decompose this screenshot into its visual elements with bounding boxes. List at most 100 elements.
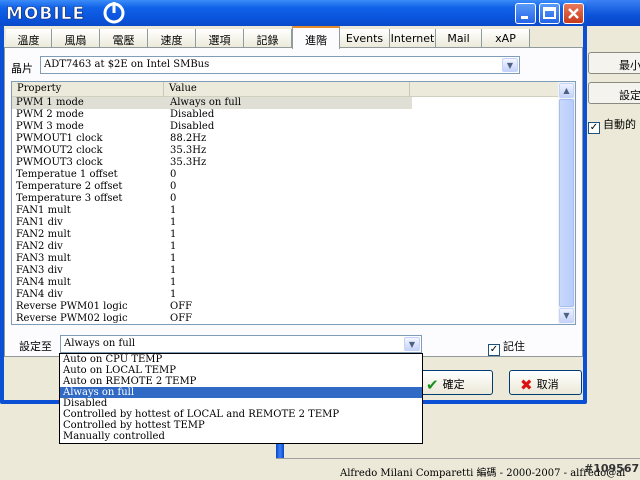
table-row[interactable]: Reverse PWM02 logic OFF [12,313,560,324]
tab-label: 溫度 [17,34,40,47]
tab-advanced[interactable]: 進階 [292,26,340,49]
tab-label: 進階 [305,34,327,47]
set-to-dropdown-list[interactable]: Auto on CPU TEMP Auto on LOCAL TEMP Auto o… [59,353,423,444]
close-button[interactable] [563,3,584,24]
minimize-to-tray-label: 最小 [619,59,640,72]
minimize-icon [521,16,528,19]
dropdown-option[interactable]: Always on full [60,387,422,398]
dropdown-option[interactable]: Manually controlled [60,431,422,442]
table-row[interactable]: Reverse PWM01 logic OFF [12,301,560,313]
tab-mail[interactable]: Mail [436,29,482,48]
maximize-button[interactable] [539,3,560,24]
dropdown-option[interactable]: Controlled by hottest TEMP [60,420,422,431]
tab-fan[interactable]: 風扇 [52,29,100,48]
minimize-to-tray-button[interactable]: 最小 [588,52,640,74]
property-cell: PWMOUT3 clock [16,157,103,168]
property-cell: FAN4 mult [16,277,71,288]
value-cell: 88.2Hz [170,133,207,144]
dropdown-option[interactable]: Controlled by hottest of LOCAL and REMOT… [60,409,422,420]
scroll-up-button[interactable]: ▲ [559,83,574,98]
value-cell: 1 [170,253,177,264]
table-row[interactable]: PWM 3 mode Disabled [12,121,560,133]
table-row[interactable]: FAN1 div 1 [12,217,560,229]
table-row[interactable]: FAN3 mult 1 [12,253,560,265]
value-cell: Disabled [170,121,215,132]
dropdown-option[interactable]: Auto on CPU TEMP [60,354,422,365]
title-bar[interactable]: MOBILE [0,0,587,26]
table-row[interactable]: Temperatue 1 offset 0 [12,169,560,181]
tab-log[interactable]: 記錄 [244,29,292,48]
property-cell: PWM 1 mode [16,97,84,108]
main-window: MOBILE 溫度 風扇 電壓 速度 選項 記錄 進階 Events Inter… [0,0,587,404]
status-text: Alfredo Milani Comparetti 編碼 - 2000-2007… [340,468,626,479]
tab-options[interactable]: 選項 [196,29,244,48]
remember-checkbox[interactable]: ✓ 記住 [488,338,525,356]
chip-label: 晶片 [11,62,33,75]
status-bar: Alfredo Milani Comparetti 編碼 - 2000-2007… [276,458,640,480]
checkbox-checked-icon: ✓ [588,122,600,134]
tab-strip: 溫度 風扇 電壓 速度 選項 記錄 進階 Events Internet Mai… [4,26,583,49]
chevron-down-icon[interactable]: ▼ [404,337,420,351]
tab-xap[interactable]: xAP [482,29,530,48]
property-cell: FAN3 div [16,265,63,276]
mobile-logo: MOBILE [6,2,125,24]
value-cell: 0 [170,169,177,180]
list-rows: PWM 1 mode Always on full PWM 2 mode Disabl… [12,97,560,324]
value-cell: 35.3Hz [170,145,207,156]
tab-label: Internet [390,32,435,45]
table-row[interactable]: FAN2 div 1 [12,241,560,253]
table-row[interactable]: Temperature 3 offset 0 [12,193,560,205]
table-row[interactable]: FAN1 mult 1 [12,205,560,217]
tab-speed[interactable]: 速度 [148,29,196,48]
property-cell: PWMOUT1 clock [16,133,103,144]
property-list[interactable]: Property Value PWM 1 mode Always on full P… [11,81,576,325]
table-row[interactable]: PWM 1 mode Always on full [12,97,412,109]
tab-internet[interactable]: Internet [390,29,436,48]
cancel-button[interactable]: ✖ 取消 [509,370,582,395]
table-row[interactable]: PWMOUT3 clock 35.3Hz [12,157,560,169]
close-icon [568,8,579,19]
value-cell: 0 [170,193,177,204]
property-cell: Reverse PWM01 logic [16,301,128,312]
column-header-property[interactable]: Property [12,82,164,97]
tab-voltage[interactable]: 電壓 [100,29,148,48]
value-cell: 1 [170,217,177,228]
property-cell: Temperature 3 offset [16,193,123,204]
column-header-value[interactable]: Value [164,82,410,97]
dropdown-option[interactable]: Disabled [60,398,422,409]
cancel-label: 取消 [536,378,559,391]
table-row[interactable]: PWMOUT2 clock 35.3Hz [12,145,560,157]
value-cell: Always on full [170,97,242,108]
scrollbar-thumb[interactable] [559,99,574,307]
logo-text: MOBILE [6,4,85,24]
tab-events[interactable]: Events [340,29,390,48]
property-cell: FAN2 mult [16,229,71,240]
background-titlebar [583,0,640,26]
scroll-down-button[interactable]: ▼ [559,308,574,323]
tab-temperature[interactable]: 溫度 [6,29,52,48]
auto-checkbox[interactable]: ✓ 自動的 [588,116,640,134]
property-cell: Temperature 2 offset [16,181,123,192]
chip-select[interactable]: ADT7463 at $2E on Intel SMBus ▼ [40,56,520,74]
vertical-scrollbar[interactable]: ▲ ▼ [558,82,575,324]
column-header-label: Property [17,83,62,94]
dropdown-option[interactable]: Auto on LOCAL TEMP [60,365,422,376]
dropdown-option[interactable]: Auto on REMOTE 2 TEMP [60,376,422,387]
settings-button[interactable]: 設定 [588,82,640,104]
table-row[interactable]: FAN4 mult 1 [12,277,560,289]
chevron-down-icon[interactable]: ▼ [502,58,518,72]
table-row[interactable]: PWMOUT1 clock 88.2Hz [12,133,560,145]
table-row[interactable]: FAN3 div 1 [12,265,560,277]
list-header: Property Value [12,82,560,97]
minimize-button[interactable] [515,3,536,24]
table-row[interactable]: FAN4 div 1 [12,289,560,301]
table-row[interactable]: PWM 2 mode Disabled [12,109,560,121]
value-cell: 1 [170,277,177,288]
table-row[interactable]: Temperature 2 offset 0 [12,181,560,193]
property-cell: Reverse PWM02 logic [16,313,128,324]
ok-button[interactable]: ✔ 確定 [417,370,493,395]
ok-label: 確定 [442,378,465,391]
table-row[interactable]: FAN2 mult 1 [12,229,560,241]
checkbox-checked-icon: ✓ [488,344,500,356]
set-to-select[interactable]: Always on full ▼ [60,335,422,353]
